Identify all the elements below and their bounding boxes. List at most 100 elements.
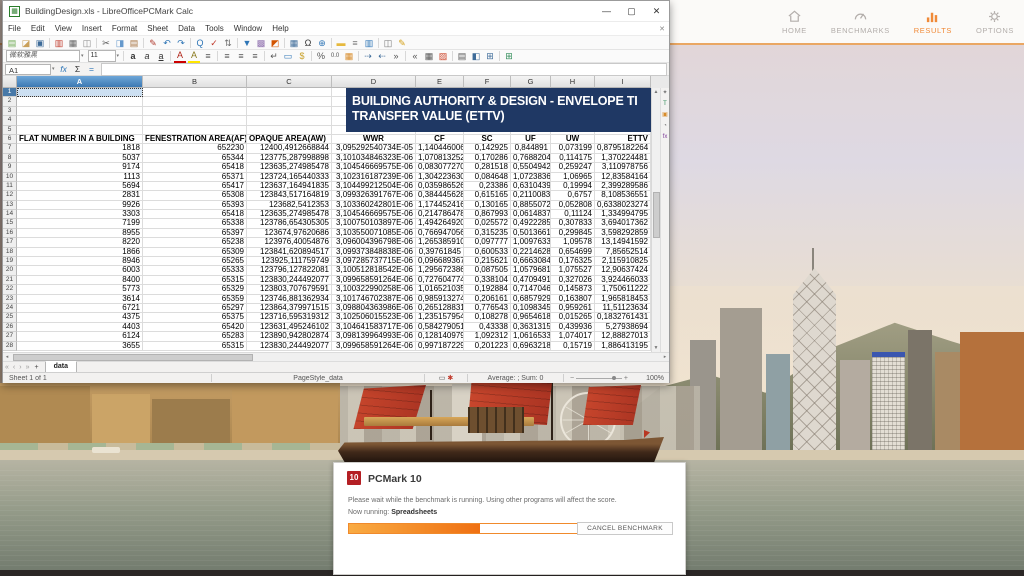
cell-G22[interactable]: 0,7147046 <box>511 285 551 294</box>
cell-B5[interactable] <box>143 126 247 135</box>
cell-B23[interactable]: 65359 <box>143 295 247 304</box>
cell-E22[interactable]: 1,0165210359 <box>416 285 464 294</box>
pivot-table-icon[interactable]: ▦ <box>288 37 300 49</box>
cell-C8[interactable]: 123775,287998898 <box>247 154 332 163</box>
delete-decimal-icon[interactable]: ⇠ <box>376 50 388 62</box>
align-right-icon[interactable]: ≡ <box>235 50 247 62</box>
cell-B22[interactable]: 65329 <box>143 285 247 294</box>
cell-F7[interactable]: 0,142925 <box>464 144 511 153</box>
cell-C26[interactable]: 123631,495246102 <box>247 323 332 332</box>
cell-C7[interactable]: 12400,4912668844 <box>247 144 332 153</box>
background-color-icon[interactable]: ▨ <box>437 50 449 62</box>
cell-H15[interactable]: 0,307833 <box>551 219 595 228</box>
cell-H26[interactable]: 0,439936 <box>551 323 595 332</box>
paste-icon[interactable]: ▤ <box>128 37 140 49</box>
cell-B7[interactable]: 652230 <box>143 144 247 153</box>
cell-A15[interactable]: 7199 <box>17 219 143 228</box>
cell-I13[interactable]: 0,6338023274 <box>595 201 651 210</box>
cell-G15[interactable]: 0,4922285 <box>511 219 551 228</box>
save-icon[interactable]: ▣ <box>34 37 46 49</box>
italic-icon[interactable]: a <box>141 50 153 62</box>
nav-benchmarks[interactable]: BENCHMARKS <box>827 9 894 43</box>
cell-C5[interactable] <box>247 126 332 135</box>
cell-E18[interactable]: 0,39761845 <box>416 248 464 257</box>
row-header-18[interactable]: 18 <box>3 248 17 257</box>
cell-A18[interactable]: 1866 <box>17 248 143 257</box>
cell-D12[interactable]: 3,099326391767E-06 <box>332 191 416 200</box>
row-header-16[interactable]: 16 <box>3 229 17 238</box>
cell-F27[interactable]: 1,092312 <box>464 332 511 341</box>
cell-F19[interactable]: 0,215621 <box>464 257 511 266</box>
cell-I9[interactable]: 3,110978756 <box>595 163 651 172</box>
row-header-10[interactable]: 10 <box>3 173 17 182</box>
cell-A9[interactable]: 9174 <box>17 163 143 172</box>
cell-I21[interactable]: 3,924466033 <box>595 276 651 285</box>
cell-A25[interactable]: 4375 <box>17 313 143 322</box>
cell-I22[interactable]: 1,750611222 <box>595 285 651 294</box>
add-decimal-icon[interactable]: ⇢ <box>362 50 374 62</box>
new-document-icon[interactable]: ▤ <box>6 37 18 49</box>
sum-icon[interactable]: Σ <box>71 64 85 74</box>
cell-C3[interactable] <box>247 107 332 116</box>
title-bar[interactable]: ▦ BuildingDesign.xls - LibreOfficePCMark… <box>3 1 669 22</box>
special-character-icon[interactable]: Ω <box>302 37 314 49</box>
cell-B12[interactable]: 65308 <box>143 191 247 200</box>
cell-D7[interactable]: 3,095292540734E-05 <box>332 144 416 153</box>
cell-G25[interactable]: 0,9654618 <box>511 313 551 322</box>
horizontal-scrollbar[interactable]: ◂ ▸ <box>3 352 669 361</box>
cell-C1[interactable] <box>247 88 332 97</box>
cell-F28[interactable]: 0,201223 <box>464 342 511 351</box>
cell-D8[interactable]: 3,101034846323E-06 <box>332 154 416 163</box>
cell-E14[interactable]: 0,2147864784 <box>416 210 464 219</box>
cell-H22[interactable]: 0,145873 <box>551 285 595 294</box>
cell-G9[interactable]: 0,5504942 <box>511 163 551 172</box>
cell-B11[interactable]: 65417 <box>143 182 247 191</box>
row-header-9[interactable]: 9 <box>3 163 17 172</box>
cell-G21[interactable]: 0,4709491 <box>511 276 551 285</box>
cell-D17[interactable]: 3,096004396798E-06 <box>332 238 416 247</box>
cell-E16[interactable]: 0,7669470563 <box>416 229 464 238</box>
cell-banner-title[interactable]: BUILDING AUTHORITY & DESIGN - ENVELOPE T… <box>346 88 665 132</box>
cell-B10[interactable]: 65371 <box>143 173 247 182</box>
cell-B25[interactable]: 65375 <box>143 313 247 322</box>
number-format-icon[interactable]: 0.0 <box>329 50 341 62</box>
cell-H17[interactable]: 1,09578 <box>551 238 595 247</box>
cell-F13[interactable]: 0,130165 <box>464 201 511 210</box>
cell-F11[interactable]: 0,23386 <box>464 182 511 191</box>
cell-A21[interactable]: 8400 <box>17 276 143 285</box>
cell-I20[interactable]: 12,90637424 <box>595 266 651 275</box>
cell-A28[interactable]: 3655 <box>17 342 143 351</box>
cell-G8[interactable]: 0,7688204 <box>511 154 551 163</box>
cell-H14[interactable]: 0,11124 <box>551 210 595 219</box>
cell-H9[interactable]: 0,259247 <box>551 163 595 172</box>
column-header-F[interactable]: F <box>464 76 511 88</box>
font-name-box[interactable]: 微软雅黑 <box>6 50 80 62</box>
cell-A6[interactable]: FLAT NUMBER IN A BUILDING <box>17 135 143 144</box>
font-color-icon[interactable]: A <box>174 49 186 63</box>
headers-footers-icon[interactable]: ≡ <box>349 37 361 49</box>
comment-icon[interactable]: ▬ <box>335 37 347 49</box>
cell-D15[interactable]: 3,100750103897E-06 <box>332 219 416 228</box>
menu-help[interactable]: Help <box>267 24 293 33</box>
cell-F18[interactable]: 0,600533 <box>464 248 511 257</box>
cell-E20[interactable]: 1,2956723863 <box>416 266 464 275</box>
cell-A10[interactable]: 1113 <box>17 173 143 182</box>
cell-B17[interactable]: 65238 <box>143 238 247 247</box>
cell-I7[interactable]: 0,8795182264 <box>595 144 651 153</box>
cell-reference-box[interactable]: A1 <box>5 64 51 75</box>
cell-H19[interactable]: 0,176325 <box>551 257 595 266</box>
last-sheet-icon[interactable]: » <box>24 364 32 371</box>
cell-F12[interactable]: 0,615165 <box>464 191 511 200</box>
cell-G6[interactable]: UF <box>511 135 551 144</box>
cell-C14[interactable]: 123635,274985478 <box>247 210 332 219</box>
date-format-icon[interactable]: ▦ <box>343 50 355 62</box>
cell-H27[interactable]: 1,074017 <box>551 332 595 341</box>
cell-A2[interactable] <box>17 97 143 106</box>
cell-H7[interactable]: 0,073199 <box>551 144 595 153</box>
cell-C21[interactable]: 123830,244492077 <box>247 276 332 285</box>
nav-options[interactable]: OPTIONS <box>972 9 1018 43</box>
borders-icon[interactable]: ▦ <box>423 50 435 62</box>
cell-G17[interactable]: 1,0097633 <box>511 238 551 247</box>
cell-E21[interactable]: 0,7276047743 <box>416 276 464 285</box>
row-header-22[interactable]: 22 <box>3 285 17 294</box>
